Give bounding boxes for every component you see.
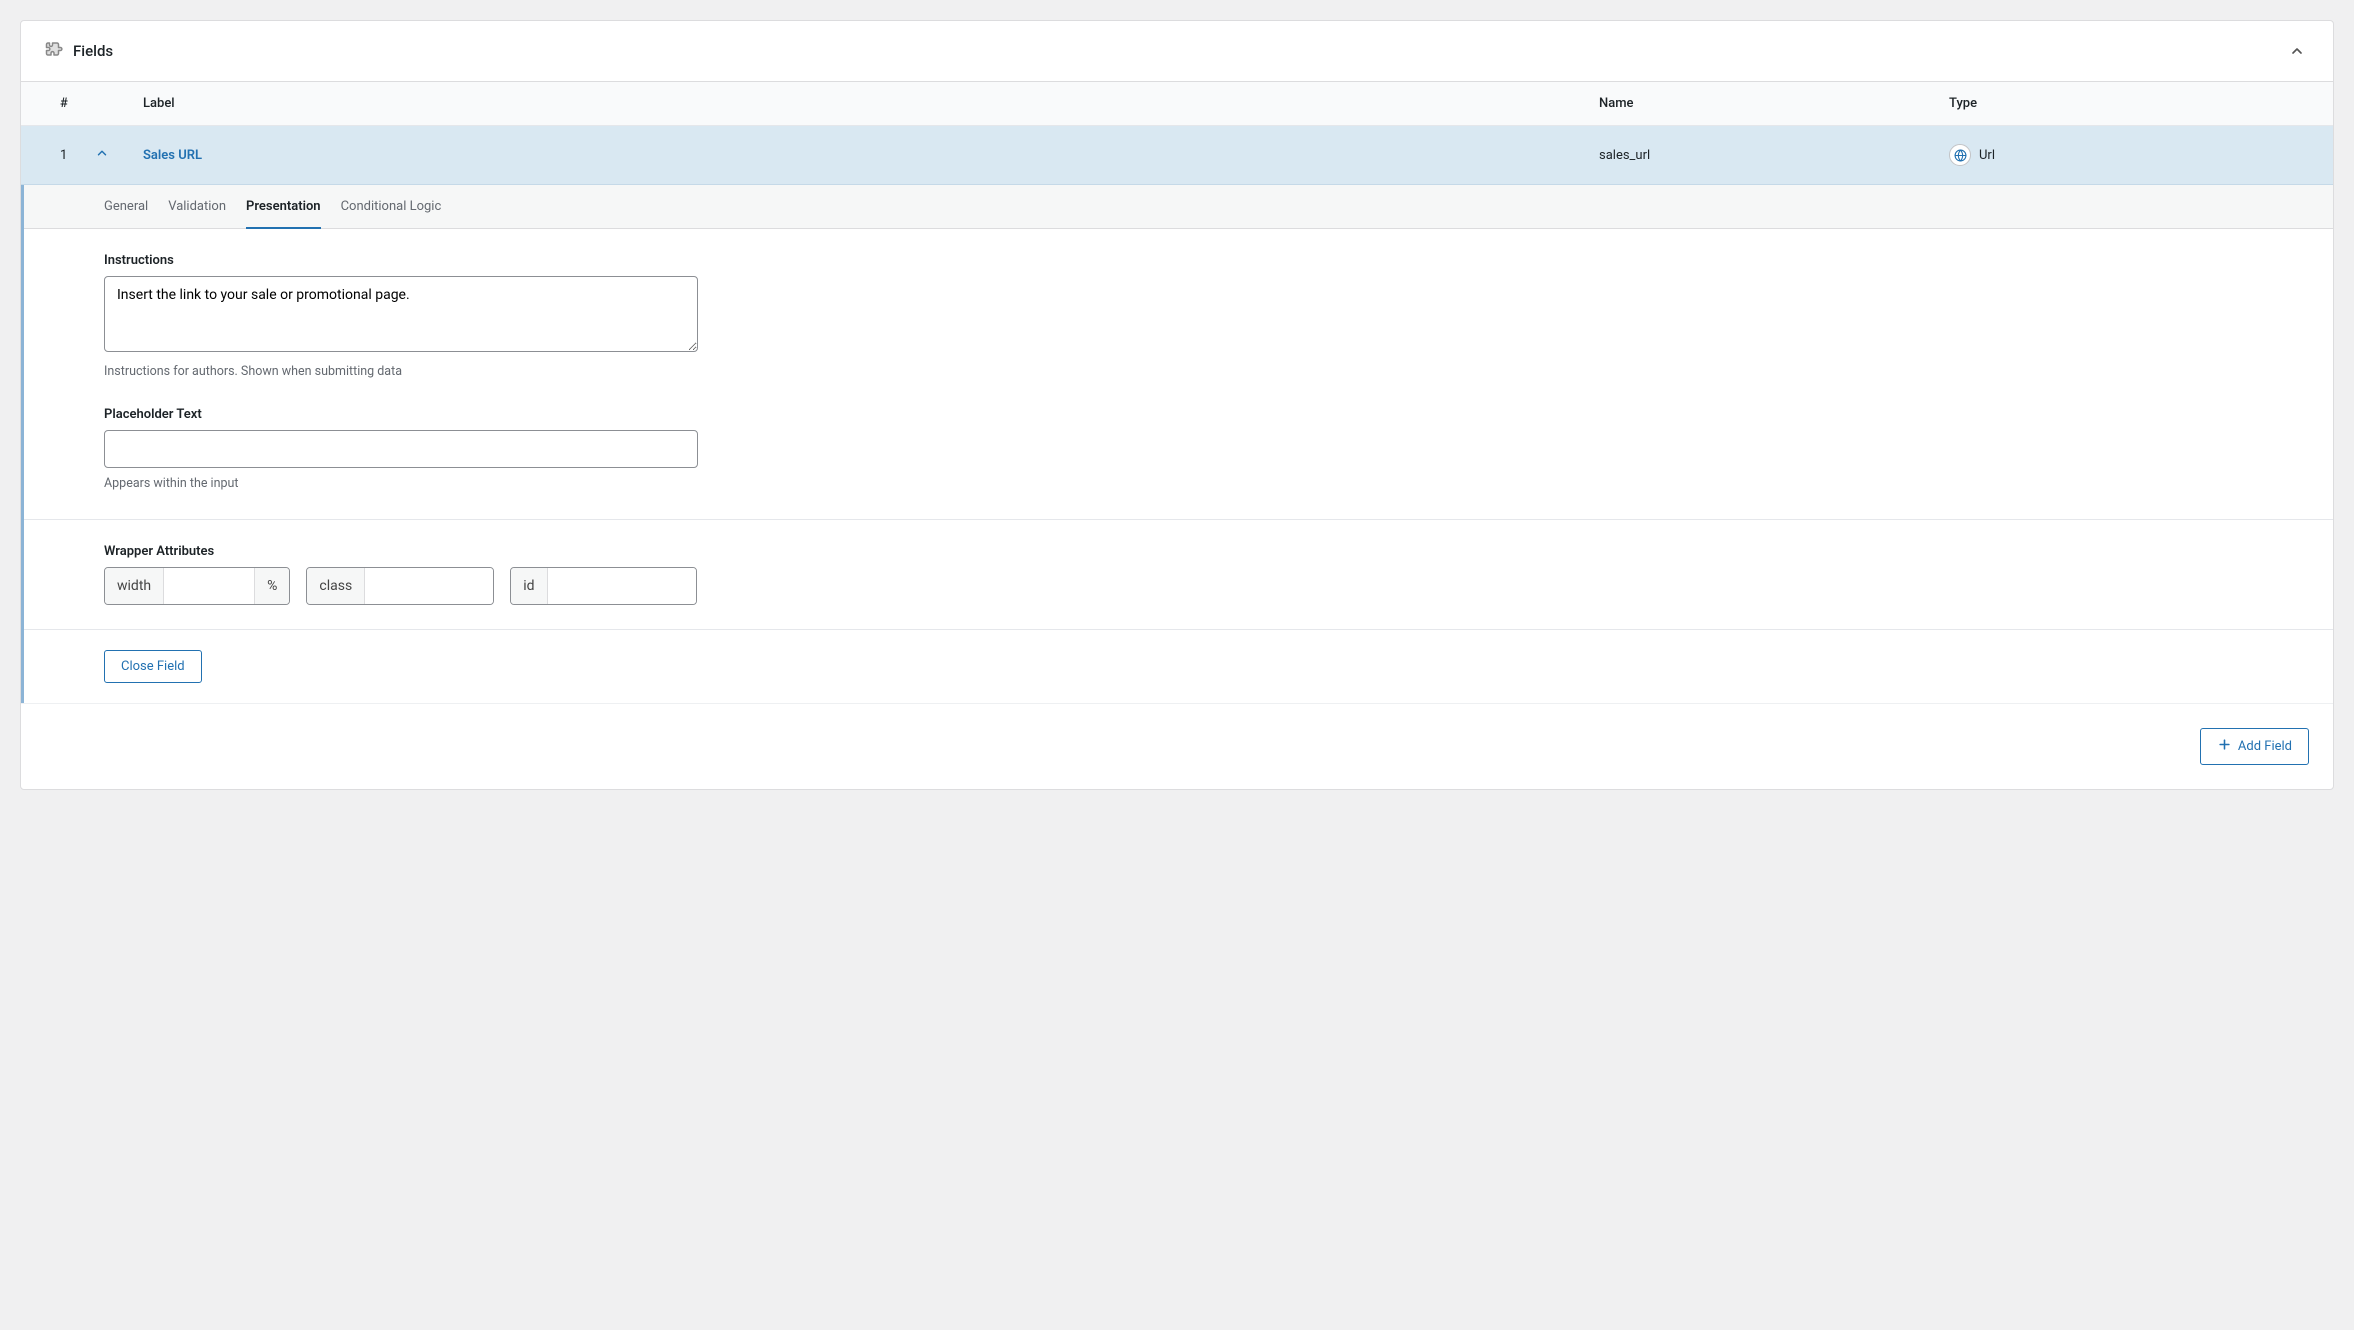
fields-panel: Fields # Label Name Type 1 Sales URL sal… [20,20,2334,790]
field-name-cell: sales_url [1599,148,1949,163]
column-header-type: Type [1949,96,2309,111]
panel-collapse-button[interactable] [2285,39,2309,63]
close-field-button[interactable]: Close Field [104,650,202,683]
placeholder-help: Appears within the input [104,476,2309,491]
placeholder-group: Placeholder Text Appears within the inpu… [104,407,2309,491]
wrapper-class-group: class [306,567,494,605]
wrapper-label: Wrapper Attributes [104,544,2309,559]
column-header-name: Name [1599,96,1949,111]
field-type-label: Url [1979,148,1995,163]
instructions-help: Instructions for authors. Shown when sub… [104,364,2309,379]
field-type-cell: Url [1949,144,2309,166]
placeholder-input[interactable] [104,430,698,468]
wrapper-width-unit: % [254,568,289,604]
divider [24,519,2333,520]
wrapper-id-group: id [510,567,696,605]
close-field-row: Close Field [24,629,2333,703]
wrapper-width-group: width % [104,567,290,605]
wrapper-width-prefix: width [105,568,164,604]
wrapper-id-prefix: id [511,568,547,604]
table-header: # Label Name Type [21,82,2333,126]
panel-header: Fields [21,21,2333,82]
settings-tabs: General Validation Presentation Conditio… [24,185,2333,229]
tab-general[interactable]: General [104,185,148,228]
row-expand-cell [95,146,143,164]
wrapper-width-input[interactable] [164,568,254,604]
tab-validation[interactable]: Validation [168,185,226,228]
panel-title-wrap: Fields [45,40,113,62]
panel-title: Fields [73,42,113,60]
instructions-textarea[interactable] [104,276,698,352]
wrapper-id-input[interactable] [548,568,696,604]
wrapper-class-input[interactable] [365,568,493,604]
instructions-group: Instructions Instructions for authors. S… [104,253,2309,379]
column-header-label: Label [95,96,1599,111]
wrapper-class-prefix: class [307,568,365,604]
column-header-num: # [45,96,95,111]
tab-conditional-logic[interactable]: Conditional Logic [341,185,442,228]
chevron-up-icon[interactable] [95,146,109,164]
panel-footer: Add Field [21,703,2333,789]
settings-content: Instructions Instructions for authors. S… [24,229,2333,629]
field-label-link[interactable]: Sales URL [143,148,202,163]
field-row[interactable]: 1 Sales URL sales_url Url [21,126,2333,185]
wrapper-group: Wrapper Attributes width % class id [104,544,2309,605]
instructions-label: Instructions [104,253,2309,268]
placeholder-label: Placeholder Text [104,407,2309,422]
tab-presentation[interactable]: Presentation [246,185,321,228]
field-label-cell: Sales URL [143,148,1599,163]
globe-icon [1949,144,1971,166]
plus-icon [2217,737,2232,756]
field-settings-body: General Validation Presentation Conditio… [21,185,2333,703]
add-field-label: Add Field [2238,739,2292,754]
wrapper-inputs-row: width % class id [104,567,2309,605]
field-index: 1 [45,148,95,163]
puzzle-icon [45,40,63,62]
add-field-button[interactable]: Add Field [2200,728,2309,765]
